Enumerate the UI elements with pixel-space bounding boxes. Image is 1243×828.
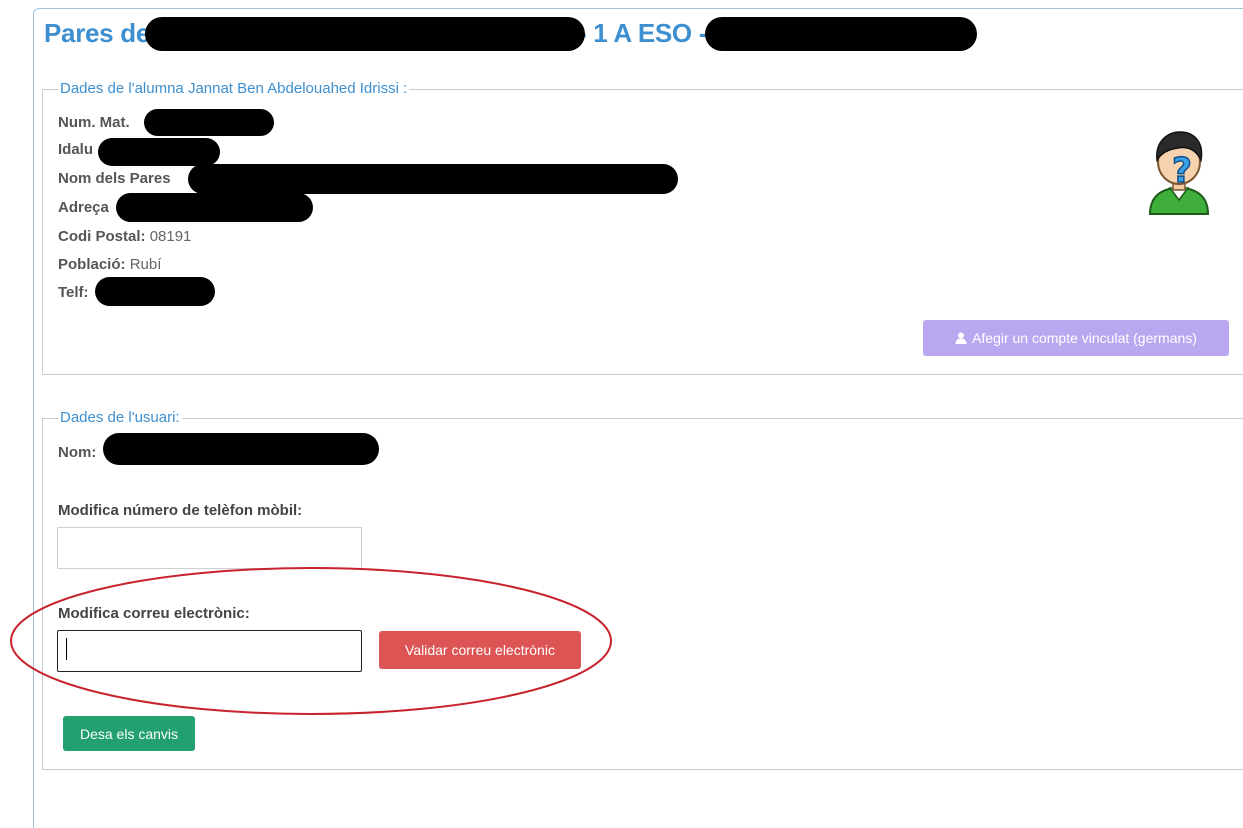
redaction-mark (98, 138, 220, 166)
redaction-mark (116, 193, 313, 222)
user-data-legend: Dades de l'usuari: (58, 409, 182, 426)
postal-code-row: Codi Postal: 08191 (58, 228, 192, 245)
svg-text:?: ? (1172, 151, 1192, 191)
redaction-mark (95, 277, 215, 306)
redaction-mark (188, 164, 678, 194)
validate-email-button[interactable]: Validar correu electrònic (379, 631, 581, 669)
add-linked-account-button[interactable]: Afegir un compte vinculat (germans) (923, 320, 1229, 356)
user-name-row: Nom: (58, 444, 97, 461)
mobile-phone-input[interactable] (57, 527, 362, 569)
student-data-legend: Dades de l'alumna Jannat Ben Abdelouahed… (58, 80, 410, 97)
redaction-mark (103, 433, 379, 465)
address-row: Adreça (58, 199, 109, 216)
redaction-mark (144, 109, 274, 136)
email-input[interactable] (57, 630, 362, 672)
user-data-fieldset (42, 418, 1243, 770)
save-changes-button[interactable]: Desa els canvis (63, 716, 195, 751)
user-icon (955, 332, 967, 344)
redaction-mark (145, 17, 585, 51)
email-label: Modifica correu electrònic: (58, 605, 250, 622)
page-title-middle: - 1 A ESO - (578, 18, 708, 48)
town-row: Població: Rubí (58, 256, 162, 273)
num-mat-row: Num. Mat. (58, 114, 130, 131)
page-title-prefix: Pares de (44, 18, 151, 48)
parents-row: Nom dels Pares (58, 170, 171, 187)
user-unknown-icon: ? (1148, 131, 1210, 215)
redaction-mark (705, 17, 977, 51)
text-caret (66, 638, 67, 660)
idalu-row: Idalu (58, 141, 94, 158)
mobile-phone-label: Modifica número de telèfon mòbil: (58, 502, 303, 519)
phone-row: Telf: (58, 284, 89, 301)
page-title: Pares de (44, 18, 150, 49)
